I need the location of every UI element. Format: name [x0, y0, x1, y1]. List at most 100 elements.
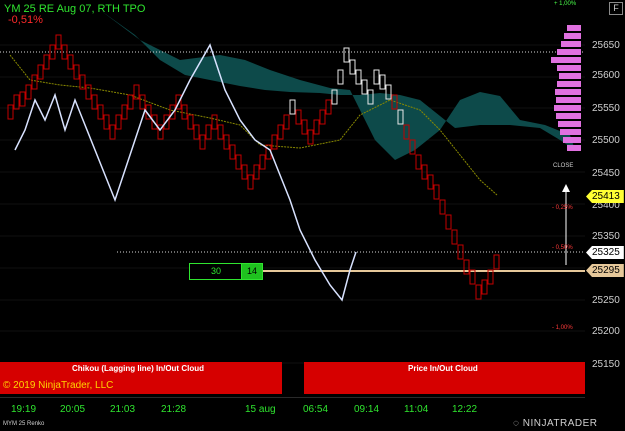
renko-brick	[277, 124, 284, 140]
renko-brick	[439, 199, 446, 215]
price-tick: 25550	[592, 103, 620, 114]
price-chart[interactable]	[0, 0, 585, 398]
price-tick: 25650	[592, 40, 620, 51]
time-tick: 20:05	[60, 404, 86, 415]
percent-label-025: - 0,25%	[552, 205, 573, 211]
percent-label-100: - 1,00%	[552, 325, 573, 331]
renko-brick	[319, 109, 326, 125]
renko-brick	[139, 94, 146, 110]
renko-brick	[445, 214, 452, 230]
time-tick: 12:22	[452, 404, 478, 415]
price-tick: 25200	[592, 326, 620, 337]
time-tick: 19:19	[11, 404, 37, 415]
renko-brick	[313, 119, 320, 135]
renko-brick	[217, 124, 224, 140]
renko-brick	[259, 154, 266, 170]
renko-brick	[97, 104, 104, 120]
renko-brick	[223, 134, 230, 150]
price-tick: 25250	[592, 295, 620, 306]
price-tick: 25600	[592, 70, 620, 81]
renko-brick	[325, 99, 332, 115]
chikou-cloud-label: Chikou (Lagging line) In/Out Cloud	[72, 364, 204, 373]
f-button[interactable]: F	[609, 2, 623, 15]
time-tick: 11:04	[404, 404, 429, 415]
change-percent: -0,51%	[8, 14, 43, 26]
arrow-head	[562, 184, 570, 192]
renko-brick	[205, 124, 212, 140]
renko-brick	[91, 94, 98, 110]
renko-brick	[115, 114, 122, 130]
renko-brick	[187, 114, 194, 130]
time-tick: 21:28	[161, 404, 187, 415]
price-tag-line: 25295	[586, 264, 624, 277]
counter-box-left: 30	[189, 263, 243, 280]
volume-profile-bar	[554, 105, 581, 111]
volume-profile-bar	[560, 129, 581, 135]
volume-profile-bar	[556, 113, 581, 119]
time-tick: 21:03	[110, 404, 136, 415]
renko-brick	[475, 284, 482, 300]
renko-brick	[295, 109, 302, 125]
renko-brick	[55, 34, 62, 50]
renko-brick	[493, 254, 500, 270]
volume-profile-bar	[555, 89, 581, 95]
renko-brick	[235, 154, 242, 170]
price-tick: 25500	[592, 135, 620, 146]
renko-brick	[103, 114, 110, 130]
axis-separator	[0, 397, 585, 398]
ichimoku-cloud	[100, 10, 575, 160]
renko-brick	[229, 144, 236, 160]
renko-brick	[13, 94, 20, 110]
volume-profile-bar	[556, 97, 581, 103]
time-tick: 06:54	[303, 404, 329, 415]
price-tag-ema: 25413	[586, 190, 624, 203]
renko-brick	[121, 104, 128, 120]
price-tick: 25450	[592, 168, 620, 179]
volume-profile-bar	[557, 65, 581, 71]
renko-brick	[481, 279, 488, 295]
renko-brick	[307, 129, 314, 145]
counter-box-right: 14	[241, 263, 263, 280]
renko-brick	[301, 119, 308, 135]
close-label: CLOSE	[553, 163, 574, 169]
renko-brick	[127, 94, 134, 110]
renko-brick	[289, 99, 296, 115]
renko-brick	[415, 154, 422, 170]
volume-profile-bar	[564, 33, 581, 39]
volume-profile-bar	[557, 49, 581, 55]
renko-brick	[199, 134, 206, 150]
renko-brick	[25, 84, 32, 100]
instrument-label: MYM 25 Renko	[3, 421, 45, 427]
price-tag-last: 25325	[586, 246, 624, 259]
price-tick: 25150	[592, 359, 620, 370]
renko-brick	[109, 124, 116, 140]
volume-profile-bar	[563, 137, 581, 143]
renko-brick	[469, 269, 476, 285]
renko-brick	[361, 79, 368, 95]
volume-profile-bar	[551, 57, 581, 63]
renko-brick	[7, 104, 14, 120]
renko-brick	[283, 114, 290, 130]
renko-brick	[271, 134, 278, 150]
brand-icon: ◌	[513, 418, 523, 429]
renko-brick	[85, 84, 92, 100]
renko-brick	[349, 59, 356, 75]
renko-brick	[19, 91, 26, 107]
brand-logo: ◌ NINJATRADER	[513, 418, 598, 429]
renko-brick	[247, 174, 254, 190]
brand-name: NINJATRADER	[522, 418, 598, 429]
price-cloud-label: Price In/Out Cloud	[408, 364, 478, 373]
copyright: © 2019 NinjaTrader, LLC	[3, 380, 114, 391]
renko-brick	[427, 174, 434, 190]
renko-brick	[451, 229, 458, 245]
volume-profile-bar	[558, 121, 581, 127]
renko-brick	[433, 184, 440, 200]
price-tick: 25350	[592, 231, 620, 242]
volume-profile-bar	[567, 25, 581, 31]
volume-profile-bar	[559, 73, 581, 79]
time-tick: 15 aug	[245, 404, 276, 415]
renko-brick	[193, 124, 200, 140]
renko-brick	[487, 269, 494, 285]
volume-profile-bar	[567, 145, 581, 151]
renko-brick	[67, 54, 74, 70]
